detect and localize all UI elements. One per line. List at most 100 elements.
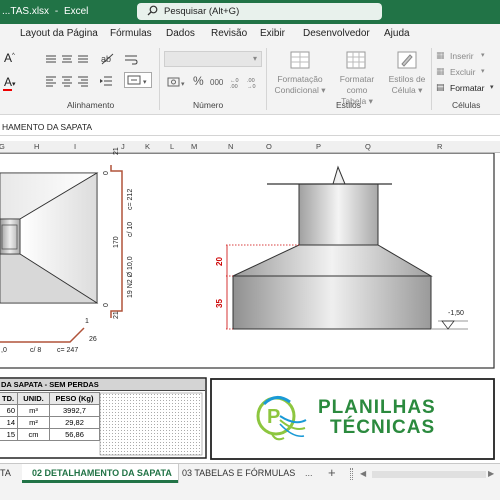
percent-button[interactable]: % [192, 73, 205, 89]
conditional-formatting-button[interactable]: Formatação Condicional ▾ [272, 48, 326, 98]
conditional-formatting-label: Formatação Condicional ▾ [274, 74, 326, 95]
svg-text:.00: .00 [230, 84, 238, 89]
insert-label: Inserir [450, 51, 474, 61]
format-icon: ▤ [436, 82, 445, 92]
delete-cells-button[interactable]: ▦ Excluir ▾ [435, 65, 497, 78]
currency-format-icon[interactable]: ▾ [166, 74, 188, 92]
quantities-table: TD. UNID. PESO (Kg) 60 m³ 3992,7 14 m² 2… [0, 392, 100, 441]
column-header[interactable]: R [437, 142, 442, 151]
font-size-increase-icon[interactable]: A^ [3, 50, 16, 66]
insert-cells-button[interactable]: ▦ Inserir ▾ [435, 49, 497, 62]
window-title: ...TAS.xlsx - Excel [2, 6, 89, 17]
sheet-tab[interactable]: 03 TABELAS E FÓRMULAS [182, 468, 295, 478]
worksheet-area[interactable]: 21 0 c= 212 c/ 10 19 N2 Ø 10,0 170 0 21 … [0, 147, 500, 463]
svg-text:▾: ▾ [143, 79, 147, 86]
title-bar: ...TAS.xlsx - Excel Pesquisar (Alt+G) [0, 0, 500, 24]
ribbon-tabs: Layout da Página Fórmulas Dados Revisão … [0, 24, 500, 44]
table-row: 60 m³ 3992,7 [0, 404, 100, 417]
rebar-label: 1 [85, 318, 89, 325]
logo-text-line2: TÉCNICAS [330, 417, 436, 438]
tab-review[interactable]: Revisão [211, 28, 247, 39]
sheet-tab[interactable]: TA [0, 466, 20, 482]
search-placeholder: Pesquisar (Alt+G) [164, 6, 240, 17]
footing-plan-view [0, 172, 99, 304]
orientation-icon[interactable]: ab [98, 50, 116, 68]
scroll-left-icon[interactable]: ◀ [360, 469, 366, 478]
align-top-icon[interactable] [44, 52, 58, 68]
scroll-right-icon[interactable]: ▶ [488, 469, 494, 478]
tab-view[interactable]: Exibir [260, 28, 285, 39]
cell-styles-label: Estilos de Célula ▾ [388, 74, 426, 95]
sheet-tabs-bar: TA 02 DETALHAMENTO DA SAPATA 03 TABELAS … [0, 463, 500, 484]
rebar-label: c/ 10 [127, 221, 134, 237]
column-header[interactable]: G [0, 142, 5, 151]
align-middle-icon[interactable] [60, 52, 74, 68]
cell-styles-icon [397, 51, 417, 69]
svg-text:ab: ab [101, 54, 111, 64]
chevron-down-icon: ▾ [490, 84, 494, 91]
rebar-label: c= 212 [127, 188, 134, 210]
column-header[interactable]: O [266, 142, 272, 151]
chevron-down-icon: ▾ [252, 54, 257, 63]
rebar-label: 19 N2 Ø 10,0 [127, 256, 134, 298]
logo-text-line1: PLANILHAS [318, 397, 436, 418]
svg-text:P: P [267, 406, 280, 428]
column-header[interactable]: N [228, 142, 233, 151]
decrease-decimal-icon[interactable]: .00 →0 [246, 75, 262, 92]
column-header[interactable]: K [145, 142, 150, 151]
sheet-tab-active[interactable]: 02 DETALHAMENTO DA SAPATA [22, 464, 178, 483]
horizontal-scrollbar[interactable] [372, 471, 486, 478]
search-box[interactable]: Pesquisar (Alt+G) [137, 3, 382, 20]
tab-scroll-splitter[interactable] [350, 468, 353, 480]
tab-help[interactable]: Ajuda [384, 28, 410, 39]
alignment-group-label: Alinhamento [67, 100, 115, 110]
svg-text:→0: →0 [247, 84, 256, 89]
formula-bar[interactable]: HAMENTO DA SAPATA [0, 118, 500, 136]
column-header[interactable]: M [191, 142, 197, 151]
tab-developer[interactable]: Desenvolvedor [303, 28, 370, 39]
number-format-dropdown[interactable]: ▾ [164, 51, 262, 67]
tab-data[interactable]: Dados [166, 28, 195, 39]
chevron-down-icon: ▾ [481, 68, 485, 75]
dimension-label: 35 [215, 299, 224, 308]
number-group-label: Número [193, 100, 224, 110]
format-as-table-button[interactable]: Formatar como Tabela ▾ [328, 48, 384, 106]
align-center-icon[interactable] [60, 74, 74, 90]
wrap-text-icon[interactable] [123, 52, 139, 68]
table-header: PESO (Kg) [49, 392, 100, 405]
merge-center-button[interactable]: ▾ [124, 72, 152, 88]
format-cells-button[interactable]: ▤ Formatar ▾ [435, 81, 497, 94]
more-sheets-button[interactable]: ... [305, 468, 313, 478]
column-header[interactable]: P [316, 142, 321, 151]
column-header[interactable]: Q [365, 142, 371, 151]
formula-content: HAMENTO DA SAPATA [2, 122, 93, 132]
rebar-label: c= 247 [57, 347, 79, 354]
table-row: 15 cm 56,86 [0, 428, 100, 441]
cell-styles-button[interactable]: Estilos de Célula ▾ [386, 48, 426, 98]
ribbon-divider [431, 48, 432, 110]
align-right-icon[interactable] [76, 74, 90, 90]
tab-page-layout[interactable]: Layout da Página [20, 28, 98, 39]
rebar-label: 26 [89, 336, 97, 343]
tab-formulas[interactable]: Fórmulas [110, 28, 152, 39]
align-bottom-icon[interactable] [76, 52, 90, 68]
search-icon [147, 5, 158, 19]
add-sheet-button[interactable]: + [328, 465, 336, 480]
column-header[interactable]: J [121, 142, 125, 151]
align-left-icon[interactable] [44, 74, 58, 90]
insert-icon: ▦ [436, 50, 445, 60]
dimension-label: 20 [215, 257, 224, 266]
thousands-separator-button[interactable]: 000 [209, 77, 224, 88]
level-label: -1,50 [448, 310, 464, 317]
column-header[interactable]: I [74, 142, 76, 151]
ribbon-divider [266, 48, 267, 110]
font-color-bar [3, 89, 12, 91]
column-header[interactable]: L [170, 142, 174, 151]
table-title: DA SAPATA - SEM PERDAS [0, 379, 205, 391]
column-header[interactable]: H [34, 142, 39, 151]
rebar-label: 0 [103, 303, 110, 307]
increase-decimal-icon[interactable]: ←0.00 [229, 75, 245, 92]
sheet-tab-label: 02 DETALHAMENTO DA SAPATA [32, 468, 172, 478]
indent-icon[interactable] [98, 74, 114, 90]
font-color-icon[interactable]: A▾ [3, 74, 17, 90]
